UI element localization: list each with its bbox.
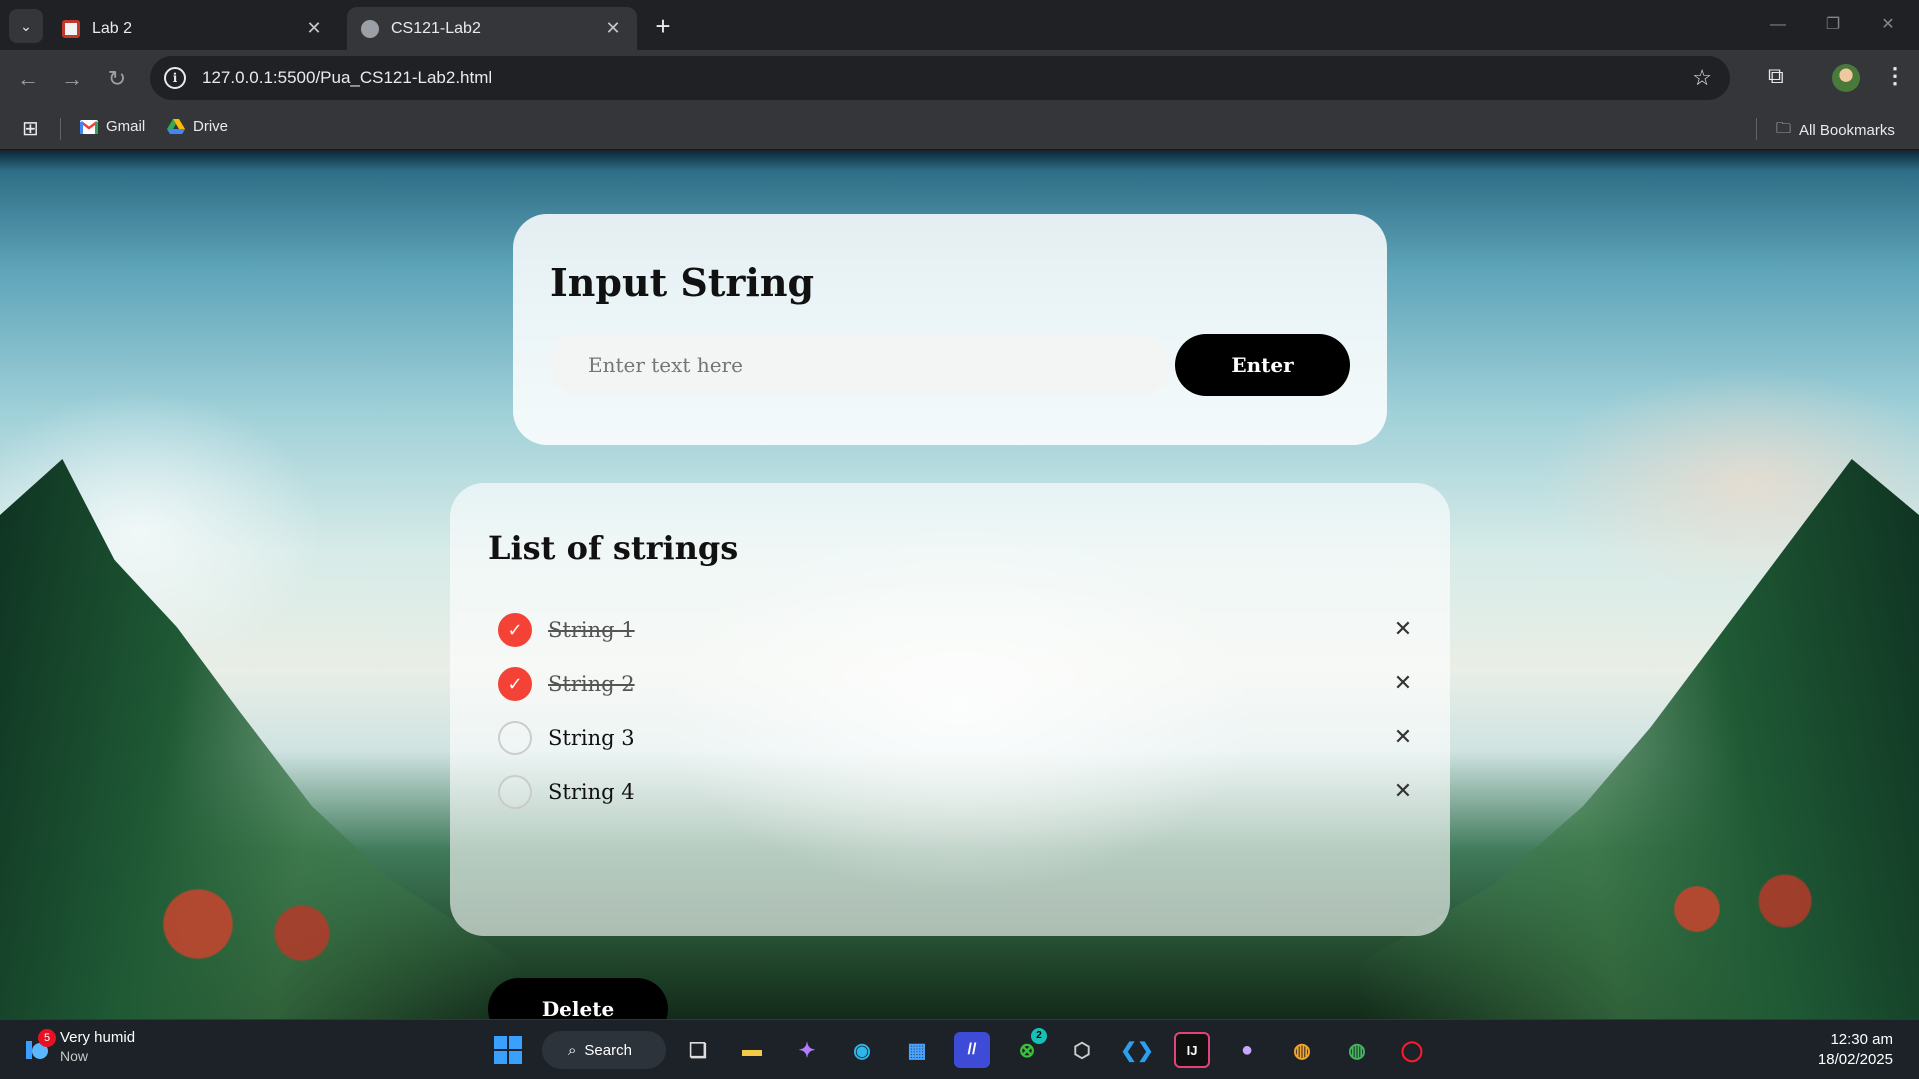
checkbox[interactable] [498, 721, 532, 755]
system-clock[interactable]: 12:30 am 18/02/2025 [1818, 1030, 1893, 1070]
opera-icon[interactable]: ◯ [1394, 1032, 1430, 1068]
background-flowers [1609, 869, 1829, 949]
list-item: String 4 ✕ [498, 765, 1418, 819]
unity-icon[interactable]: ⬡ [1064, 1032, 1100, 1068]
clock-time: 12:30 am [1830, 1031, 1893, 1048]
close-icon[interactable]: ✕ [603, 18, 623, 39]
list-card: List of strings ✓ String 1 ✕ ✓ String 2 … [450, 483, 1450, 1019]
browser-toolbar: ← → ↻ i 127.0.0.1:5500/Pua_CS121-Lab2.ht… [0, 50, 1919, 108]
string-input[interactable] [550, 334, 1170, 396]
chrome-profile-icon[interactable]: ◍ [1339, 1032, 1375, 1068]
task-view-icon[interactable]: ❏ [680, 1032, 716, 1068]
page-viewport: Input String Enter List of strings ✓ Str… [0, 151, 1919, 1019]
item-label: String 1 [548, 618, 635, 642]
item-label: String 4 [548, 780, 635, 804]
checkbox[interactable] [498, 775, 532, 809]
weather-icon: 5 [24, 1029, 56, 1061]
notification-badge: 5 [38, 1029, 56, 1047]
bookmark-label: Gmail [106, 118, 146, 135]
item-label: String 3 [548, 726, 635, 750]
close-icon[interactable]: ✕ [304, 18, 324, 39]
app-icon[interactable]: // [954, 1032, 990, 1068]
remove-icon[interactable]: ✕ [1388, 777, 1418, 807]
copilot-icon[interactable]: ✦ [789, 1032, 825, 1068]
back-icon[interactable]: ← [12, 63, 44, 95]
remove-icon[interactable]: ✕ [1388, 723, 1418, 753]
minimize-icon[interactable]: — [1758, 8, 1798, 42]
window-close-icon[interactable]: ✕ [1868, 8, 1908, 42]
xbox-icon[interactable]: ⊗ 2 [1009, 1028, 1047, 1068]
tab-cs121-lab2[interactable]: CS121-Lab2 ✕ [347, 7, 637, 50]
all-bookmarks[interactable]: 🗀 All Bookmarks [1776, 118, 1895, 143]
github-icon[interactable]: ● [1229, 1032, 1265, 1068]
store-icon[interactable]: ▦ [899, 1032, 935, 1068]
gmail-icon [80, 119, 98, 134]
remove-icon[interactable]: ✕ [1388, 669, 1418, 699]
start-button[interactable] [490, 1032, 526, 1068]
input-card: Input String Enter [513, 214, 1387, 445]
checkbox[interactable]: ✓ [498, 667, 532, 701]
taskbar-search[interactable]: ⌕ Search [542, 1031, 666, 1069]
remove-icon[interactable]: ✕ [1388, 615, 1418, 645]
extensions-icon[interactable]: ⧉ [1768, 63, 1784, 89]
tab-strip: ⌄ Lab 2 ✕ CS121-Lab2 ✕ + — ❐ ✕ [0, 0, 1919, 50]
all-bookmarks-label: All Bookmarks [1799, 122, 1895, 139]
list-item: ✓ String 2 ✕ [498, 657, 1418, 711]
vscode-icon[interactable]: ❮❯ [1119, 1032, 1155, 1068]
new-tab-button[interactable]: + [648, 12, 678, 42]
menu-dots-icon[interactable]: ⋮ [1884, 63, 1906, 89]
chrome-icon[interactable]: ◍ [1284, 1032, 1320, 1068]
profile-avatar[interactable] [1832, 64, 1860, 92]
globe-icon [361, 19, 379, 38]
folder-icon: 🗀 [1776, 120, 1792, 137]
clock-date: 18/02/2025 [1817, 1051, 1893, 1068]
restore-icon[interactable]: ❐ [1813, 8, 1853, 42]
tab-title: CS121-Lab2 [391, 19, 481, 37]
drive-icon [167, 118, 185, 134]
bookmarks-bar: ⊞ Gmail Drive 🗀 All Bookmarks [0, 108, 1919, 150]
search-label: Search [584, 1041, 632, 1059]
bookmark-drive[interactable]: Drive [167, 118, 228, 135]
delete-button[interactable]: Delete [488, 978, 668, 1019]
input-card-title: Input String [550, 260, 815, 305]
apps-grid-icon[interactable]: ⊞ [22, 116, 39, 141]
tab-search-button[interactable]: ⌄ [9, 9, 43, 43]
url-text: 127.0.0.1:5500/Pua_CS121-Lab2.html [202, 68, 493, 87]
taskbar: 5 Very humid Now ⌕ Search ❏ ▬ ✦ ◉ ▦ // ⊗… [0, 1019, 1919, 1079]
address-bar[interactable]: i 127.0.0.1:5500/Pua_CS121-Lab2.html ☆ [150, 56, 1730, 100]
background-flowers [120, 879, 380, 969]
windows-icon [494, 1036, 522, 1064]
tab-favicon-icon [62, 19, 80, 38]
list-item: String 3 ✕ [498, 711, 1418, 765]
chevron-down-icon: ⌄ [20, 17, 32, 34]
bookmark-label: Drive [193, 118, 229, 135]
divider [1756, 118, 1757, 140]
bookmark-gmail[interactable]: Gmail [80, 118, 145, 135]
intellij-icon[interactable]: IJ [1174, 1032, 1210, 1068]
weather-widget[interactable]: 5 Very humid Now [24, 1028, 135, 1066]
divider [60, 118, 61, 140]
weather-subtext: Now [60, 1048, 89, 1064]
tab-lab-2[interactable]: Lab 2 ✕ [48, 7, 338, 50]
string-list: ✓ String 1 ✕ ✓ String 2 ✕ String 3 ✕ Str… [498, 603, 1418, 819]
reload-icon[interactable]: ↻ [101, 63, 133, 95]
notification-badge: 2 [1031, 1028, 1047, 1044]
weather-text: Very humid [60, 1029, 136, 1046]
list-card-title: List of strings [488, 529, 739, 567]
edge-icon[interactable]: ◉ [844, 1032, 880, 1068]
site-info-icon[interactable]: i [164, 67, 186, 89]
search-icon: ⌕ [568, 1041, 577, 1059]
list-item: ✓ String 1 ✕ [498, 603, 1418, 657]
forward-icon[interactable]: → [56, 63, 88, 95]
tab-title: Lab 2 [92, 19, 133, 37]
enter-button[interactable]: Enter [1175, 334, 1350, 396]
file-explorer-icon[interactable]: ▬ [734, 1032, 770, 1068]
item-label: String 2 [548, 672, 635, 696]
checkbox[interactable]: ✓ [498, 613, 532, 647]
bookmark-star-icon[interactable]: ☆ [1692, 65, 1712, 91]
